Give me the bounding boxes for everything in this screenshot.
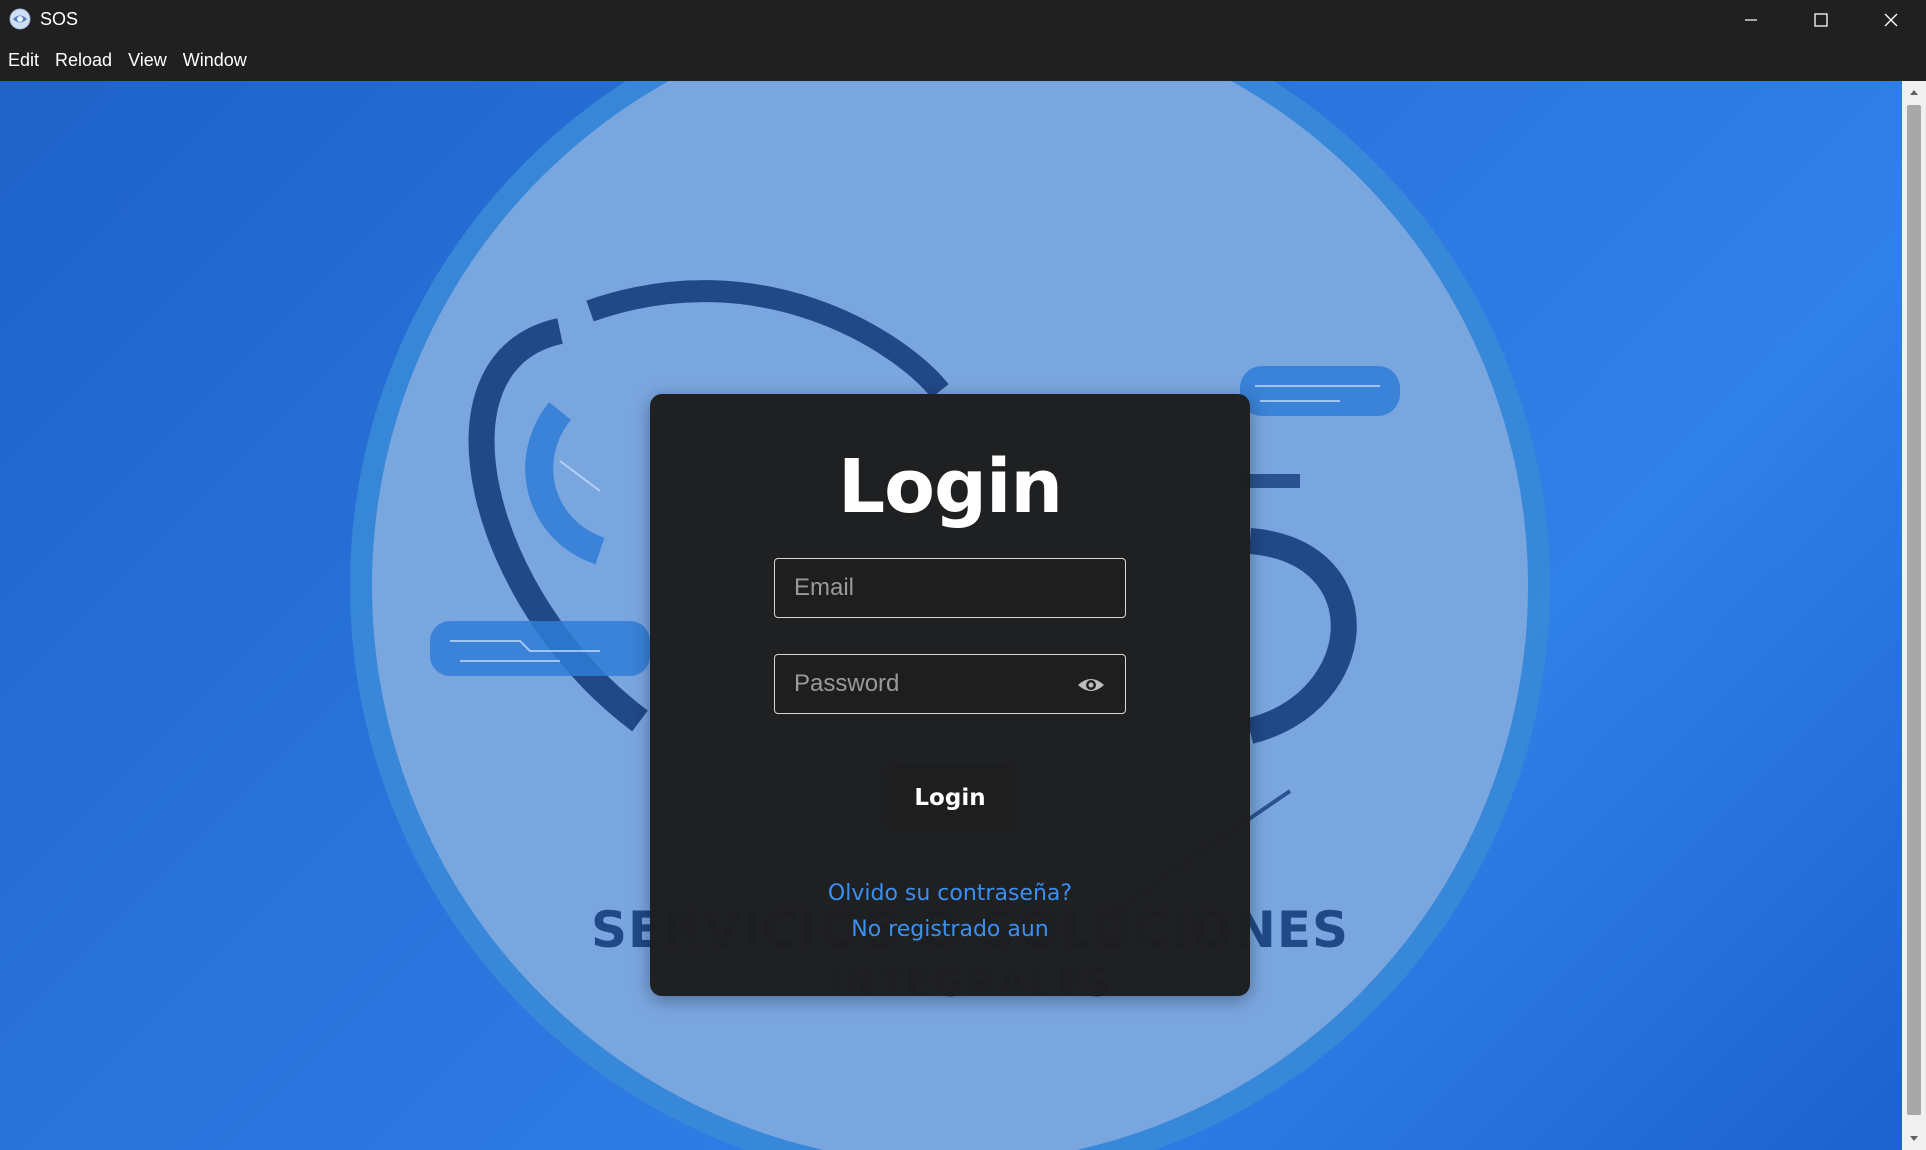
email-field[interactable] xyxy=(774,558,1126,618)
window-title: SOS xyxy=(40,9,79,29)
page-content: SERVICIOS O SOLUCIONES INTEGRALES Login … xyxy=(0,81,1902,1150)
close-icon xyxy=(1884,13,1898,27)
globe-icon xyxy=(9,8,31,30)
login-button[interactable]: Login xyxy=(890,768,1010,828)
maximize-button[interactable] xyxy=(1786,0,1856,40)
chevron-up-icon xyxy=(1910,90,1918,95)
menu-item-edit[interactable]: Edit xyxy=(0,40,47,81)
vertical-scrollbar[interactable] xyxy=(1902,81,1926,1150)
register-link[interactable]: No registrado aun xyxy=(650,917,1250,942)
chevron-down-icon xyxy=(1910,1136,1918,1141)
email-input[interactable] xyxy=(775,559,1125,617)
scroll-down-button[interactable] xyxy=(1902,1128,1926,1150)
menu-bar: Edit Reload View Window xyxy=(0,40,1926,81)
close-button[interactable] xyxy=(1856,0,1926,40)
password-field[interactable] xyxy=(774,654,1126,714)
title-bar: SOS xyxy=(0,0,1926,40)
minimize-button[interactable] xyxy=(1716,0,1786,40)
menu-item-window[interactable]: Window xyxy=(175,40,255,81)
password-input[interactable] xyxy=(775,655,1125,713)
scroll-thumb[interactable] xyxy=(1907,105,1921,1115)
maximize-icon xyxy=(1814,13,1828,27)
minimize-icon xyxy=(1745,19,1757,21)
eye-icon[interactable] xyxy=(1077,673,1105,697)
forgot-password-link[interactable]: Olvido su contraseña? xyxy=(650,881,1250,906)
login-title: Login xyxy=(837,444,1063,530)
menu-item-view[interactable]: View xyxy=(120,40,175,81)
scroll-up-button[interactable] xyxy=(1902,81,1926,103)
menu-item-reload[interactable]: Reload xyxy=(47,40,120,81)
login-card: Login Login Olvido su contraseña? No reg… xyxy=(650,394,1250,996)
